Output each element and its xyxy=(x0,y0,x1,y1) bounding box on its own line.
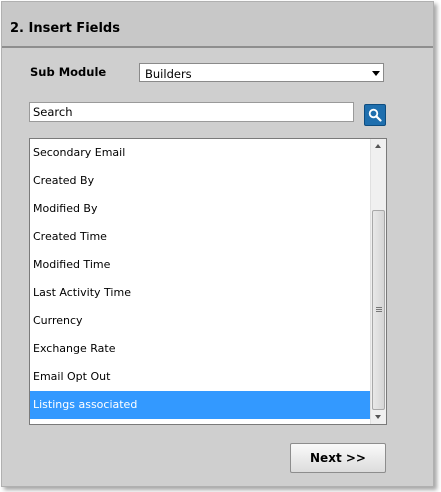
list-item[interactable]: Modified By xyxy=(30,195,371,223)
search-icon xyxy=(368,108,382,122)
search-button[interactable] xyxy=(364,104,386,126)
list-item[interactable]: Created Time xyxy=(30,223,371,251)
list-item[interactable]: Modified Time xyxy=(30,251,371,279)
panel-header: 2. Insert Fields xyxy=(2,2,433,48)
next-button[interactable]: Next >> xyxy=(290,443,386,473)
scroll-up-arrow-icon[interactable] xyxy=(375,144,381,148)
fields-scrollbar[interactable] xyxy=(370,139,386,424)
list-item[interactable]: Currency xyxy=(30,307,371,335)
chevron-down-icon[interactable] xyxy=(372,71,380,76)
list-item[interactable]: Exchange Rate xyxy=(30,335,371,363)
grip-line xyxy=(376,311,382,312)
list-item[interactable]: Created By xyxy=(30,167,371,195)
sub-module-label: Sub Module xyxy=(30,65,107,79)
list-item[interactable]: Secondary Email xyxy=(30,139,371,167)
grip-line xyxy=(376,307,382,308)
search-input[interactable] xyxy=(29,102,354,122)
list-item[interactable]: Listings associated xyxy=(30,391,371,419)
scroll-down-arrow-icon[interactable] xyxy=(375,415,381,419)
list-item[interactable]: Last Activity Time xyxy=(30,279,371,307)
scroll-thumb[interactable] xyxy=(372,210,385,410)
sub-module-select[interactable]: Builders xyxy=(139,63,384,82)
fields-listbox[interactable]: Secondary Email Created By Modified By Crea… xyxy=(29,138,387,425)
list-item[interactable]: Email Opt Out xyxy=(30,363,371,391)
grip-line xyxy=(376,309,382,310)
sub-module-selected-value: Builders xyxy=(145,67,192,81)
panel-title: 2. Insert Fields xyxy=(10,21,120,36)
insert-fields-panel: 2. Insert Fields Sub Module Builders Sec… xyxy=(1,1,434,487)
